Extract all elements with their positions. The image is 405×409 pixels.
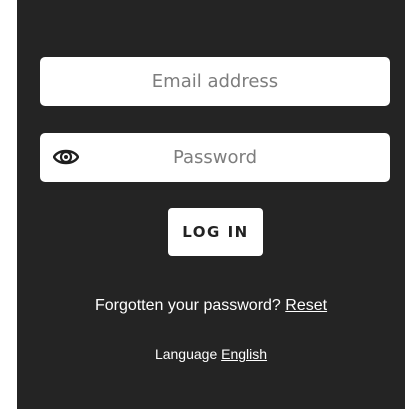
password-field[interactable] [40, 133, 390, 182]
language-row: Language English [17, 346, 405, 362]
email-field-container [40, 57, 390, 106]
reset-link[interactable]: Reset [285, 297, 327, 314]
login-panel: LOG IN Forgotten your password? Reset La… [17, 0, 405, 409]
password-field-container [40, 133, 390, 182]
forgot-password-text: Forgotten your password? [94, 297, 281, 314]
login-button[interactable]: LOG IN [168, 208, 263, 256]
language-link-english[interactable]: English [221, 346, 267, 362]
email-field[interactable] [40, 57, 390, 106]
language-label: Language [154, 346, 218, 362]
forgot-password-row: Forgotten your password? Reset [17, 297, 405, 315]
